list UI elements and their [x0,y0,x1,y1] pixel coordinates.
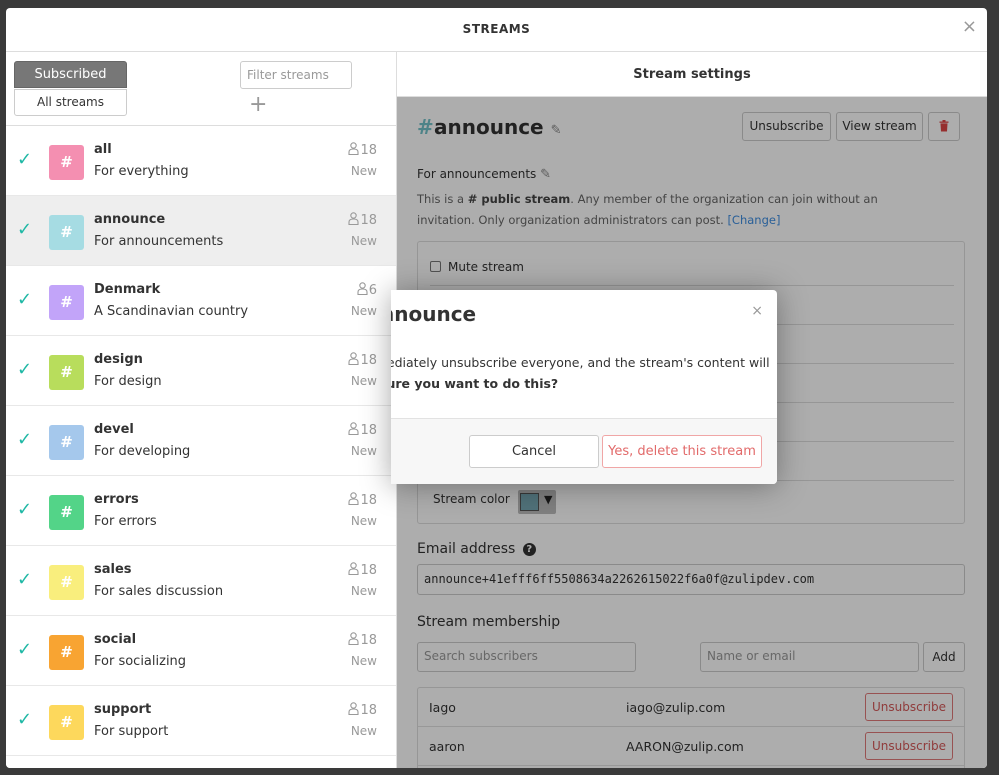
subscribed-check-icon[interactable]: ✓ [17,711,32,729]
stream-name: Denmark [94,282,161,297]
stream-settings-header: Stream settings [397,52,987,97]
subscriber-count: 18 [348,142,377,158]
stream-row[interactable]: ✓ # all For everything 18 New [6,126,396,196]
user-icon [348,422,360,436]
stream-status: New [350,584,377,598]
stream-list-toolbar: Subscribed All streams + [6,52,396,126]
subscribed-check-icon[interactable]: ✓ [17,571,32,589]
stream-description: For sales discussion [94,584,224,599]
subscribed-check-icon[interactable]: ✓ [17,221,32,239]
stream-description: For developing [94,444,191,459]
tab-all-streams[interactable]: All streams [14,89,127,116]
dialog-body: nediately unsubscribe everyone, and the … [391,352,777,394]
subscriber-count: 18 [348,492,377,508]
stream-name: errors [94,492,139,507]
stream-row[interactable]: ✓ # design For design 18 New [6,336,396,406]
subscribed-check-icon[interactable]: ✓ [17,641,32,659]
stream-color-swatch: # [49,215,84,250]
stream-description: For errors [94,514,157,529]
stream-color-swatch: # [49,285,84,320]
stream-description: For announcements [94,234,224,249]
subscriber-count-value: 18 [360,703,377,718]
dialog-text-line: nediately unsubscribe everyone, and the … [391,355,770,370]
subscribed-check-icon[interactable]: ✓ [17,361,32,379]
stream-description: For support [94,724,169,739]
stream-name: sales [94,562,132,577]
stream-color-swatch: # [49,145,84,180]
user-icon [348,352,360,366]
stream-row[interactable]: ✓ # devel For developing 18 New [6,406,396,476]
user-icon [348,492,360,506]
stream-name: social [94,632,137,647]
stream-list-panel: Subscribed All streams + ✓ # all For eve… [6,52,397,768]
cancel-button[interactable]: Cancel [469,435,599,468]
subscriber-count-value: 18 [360,353,377,368]
subscriber-count: 18 [348,352,377,368]
stream-status: New [350,444,377,458]
stream-status: New [350,654,377,668]
stream-row[interactable]: ✓ # support For support 18 New [6,686,396,756]
close-icon[interactable]: × [962,18,977,36]
stream-status: New [350,514,377,528]
stream-description: For socializing [94,654,187,669]
stream-row[interactable]: ✓ # announce For announcements 18 New [6,196,396,266]
stream-color-swatch: # [49,425,84,460]
stream-name: devel [94,422,134,437]
stream-name: design [94,352,143,367]
subscriber-count-value: 18 [360,143,377,158]
modal-header: STREAMS × [6,8,987,52]
stream-status: New [350,164,377,178]
subscriber-count: 6 [357,282,377,298]
stream-color-swatch: # [49,565,84,600]
modal-title: STREAMS [462,22,531,36]
subscribed-check-icon[interactable]: ✓ [17,501,32,519]
stream-status: New [350,374,377,388]
subscriber-count-value: 18 [360,213,377,228]
stream-color-swatch: # [49,705,84,740]
dialog-close-icon[interactable]: × [751,303,763,319]
stream-name: support [94,702,152,717]
subscriber-count: 18 [348,562,377,578]
stream-row[interactable]: ✓ # errors For errors 18 New [6,476,396,546]
stream-name: announce [94,212,166,227]
subscriber-count-value: 18 [360,633,377,648]
dialog-title: nnounce [391,302,477,326]
filter-streams-input[interactable] [240,61,352,89]
stream-row[interactable]: ✓ # social For socializing 18 New [6,616,396,686]
user-icon [348,632,360,646]
confirm-delete-button[interactable]: Yes, delete this stream [602,435,762,468]
subscribed-check-icon[interactable]: ✓ [17,431,32,449]
stream-description: For everything [94,164,189,179]
user-icon [348,702,360,716]
stream-color-swatch: # [49,355,84,390]
stream-row[interactable]: ✓ # sales For sales discussion 18 New [6,546,396,616]
dialog-text-question: sure you want to do this? [391,376,559,391]
delete-stream-dialog: nnounce × nediately unsubscribe everyone… [391,290,777,484]
stream-status: New [350,234,377,248]
subscriber-count-value: 18 [360,493,377,508]
stream-color-swatch: # [49,635,84,670]
subscriber-count: 18 [348,422,377,438]
stream-row[interactable]: ✓ # Denmark A Scandinavian country 6 New [6,266,396,336]
stream-color-swatch: # [49,495,84,530]
subscriber-count: 18 [348,212,377,228]
add-stream-icon[interactable]: + [249,94,267,116]
subscribed-check-icon[interactable]: ✓ [17,151,32,169]
user-icon [348,142,360,156]
stream-status: New [350,724,377,738]
user-icon [348,212,360,226]
user-icon [348,562,360,576]
user-icon [357,282,368,296]
subscribed-check-icon[interactable]: ✓ [17,291,32,309]
stream-status: New [350,304,377,318]
subscriber-count-value: 6 [368,283,377,298]
subscriber-count-value: 18 [360,423,377,438]
tab-subscribed[interactable]: Subscribed [14,61,127,88]
subscriber-count-value: 18 [360,563,377,578]
stream-description: A Scandinavian country [94,304,249,319]
subscriber-count: 18 [348,702,377,718]
stream-description: For design [94,374,162,389]
stream-name: all [94,142,112,157]
subscriber-count: 18 [348,632,377,648]
